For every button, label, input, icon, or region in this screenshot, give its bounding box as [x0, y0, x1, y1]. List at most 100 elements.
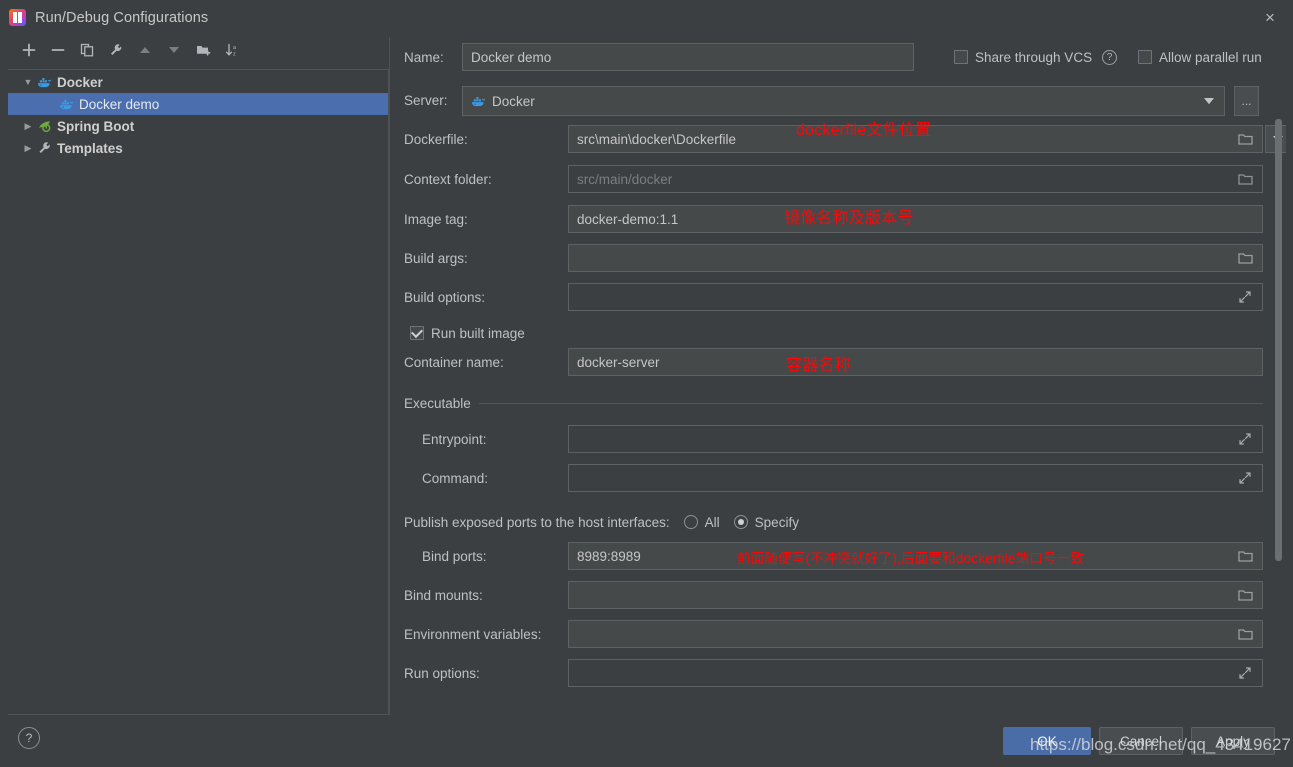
expand-icon[interactable] — [1234, 426, 1256, 452]
publish-all-radio[interactable] — [683, 515, 698, 529]
environment-variables-row: Environment variables: — [404, 620, 541, 648]
tree-item-docker[interactable]: ▼ Docker — [8, 71, 388, 93]
folder-browse-icon[interactable] — [1234, 245, 1256, 271]
apply-button[interactable]: Apply — [1191, 727, 1275, 755]
minus-icon[interactable] — [50, 42, 66, 58]
group-divider — [478, 402, 1263, 404]
arrow-down-icon[interactable] — [166, 42, 182, 58]
build-options-row: Build options: — [404, 283, 485, 311]
bind-ports-input-value: 8989:8989 — [577, 548, 641, 564]
run-built-image-label: Run built image — [431, 325, 525, 341]
server-dropdown-value: Docker — [492, 93, 535, 109]
docker-icon — [58, 96, 75, 112]
environment-variables-input[interactable] — [568, 620, 1263, 648]
entrypoint-row: Entrypoint: — [422, 425, 487, 453]
name-input-value: Docker demo — [471, 49, 552, 65]
image-tag-input[interactable]: docker-demo:1.1 — [568, 205, 1263, 233]
help-button[interactable]: ? — [18, 727, 40, 749]
run-built-image-row: Run built image — [410, 319, 525, 347]
intellij-idea-icon — [9, 9, 26, 26]
server-dropdown[interactable]: Docker — [462, 86, 1225, 116]
image-tag-input-value: docker-demo:1.1 — [577, 211, 679, 227]
publish-specify-option[interactable]: Specify — [733, 514, 799, 530]
server-browse-button[interactable]: ... — [1234, 86, 1259, 116]
command-input[interactable] — [568, 464, 1263, 492]
publish-all-option[interactable]: All — [683, 515, 720, 530]
configurations-tree[interactable]: ▼ Docker Docker demo ▶ Spring Boot ▶ Tem… — [8, 69, 389, 714]
docker-icon — [471, 94, 486, 108]
executable-group-label: Executable — [404, 395, 471, 411]
executable-group-separator: Executable — [404, 395, 1263, 411]
build-options-label: Build options: — [404, 289, 486, 305]
folder-browse-icon[interactable] — [1234, 582, 1256, 608]
expand-icon[interactable] — [1234, 284, 1256, 310]
command-row: Command: — [422, 464, 488, 492]
ok-button[interactable]: OK — [1003, 727, 1091, 755]
chevron-right-icon[interactable]: ▶ — [20, 118, 36, 134]
configurations-tree-panel: a z ▼ Docker Docker demo ▶ Spring Boot ▶… — [8, 37, 390, 715]
build-options-input[interactable] — [568, 283, 1263, 311]
title-bar: Run/Debug Configurations × — [0, 0, 1293, 35]
scrollbar-thumb[interactable] — [1275, 119, 1282, 561]
tree-item-spring-boot[interactable]: ▶ Spring Boot — [8, 115, 388, 137]
entrypoint-label: Entrypoint: — [422, 431, 487, 447]
publish-specify-label: Specify — [754, 514, 799, 530]
build-args-row: Build args: — [404, 244, 468, 272]
spring-boot-icon — [36, 118, 53, 134]
run-built-image-checkbox[interactable] — [410, 326, 424, 340]
cancel-button[interactable]: Cancel — [1099, 727, 1183, 755]
chevron-down-icon[interactable]: ▼ — [20, 74, 36, 90]
bind-ports-input[interactable]: 8989:8989 — [568, 542, 1263, 570]
name-label: Name: — [404, 49, 444, 65]
entrypoint-input[interactable] — [568, 425, 1263, 453]
image-tag-label: Image tag: — [404, 211, 468, 227]
context-folder-input[interactable]: src/main/docker — [568, 165, 1263, 193]
image-tag-row: Image tag: — [404, 205, 468, 233]
expand-icon[interactable] — [1234, 465, 1256, 491]
tree-leaf-spacer — [42, 96, 58, 112]
context-folder-input-value: src/main/docker — [577, 171, 673, 187]
tree-toolbar: a z — [8, 37, 389, 63]
folder-browse-icon[interactable] — [1234, 126, 1256, 152]
dockerfile-input[interactable]: src\main\docker\Dockerfile — [568, 125, 1263, 153]
folder-browse-icon[interactable] — [1234, 543, 1256, 569]
name-row: Name: — [404, 43, 444, 71]
tree-item-docker-demo[interactable]: Docker demo — [8, 93, 388, 115]
publish-ports-row: Publish exposed ports to the host interf… — [404, 508, 799, 536]
container-name-input[interactable]: docker-server — [568, 348, 1263, 376]
copy-icon[interactable] — [79, 42, 95, 58]
bind-mounts-input[interactable] — [568, 581, 1263, 609]
bind-ports-label: Bind ports: — [422, 548, 487, 564]
context-folder-label: Context folder: — [404, 171, 492, 187]
allow-parallel-run-checkbox[interactable] — [1138, 50, 1152, 64]
chevron-right-icon[interactable]: ▶ — [20, 140, 36, 156]
chevron-down-icon[interactable] — [1198, 88, 1220, 114]
container-name-input-value: docker-server — [577, 354, 660, 370]
share-through-vcs-help-icon[interactable]: ? — [1102, 49, 1118, 65]
sort-az-icon[interactable]: a z — [224, 42, 240, 58]
folder-browse-icon[interactable] — [1234, 621, 1256, 647]
share-through-vcs-label: Share through VCS — [975, 49, 1093, 65]
context-folder-row: Context folder: — [404, 165, 492, 193]
share-through-vcs-checkbox[interactable] — [954, 50, 968, 64]
build-args-input[interactable] — [568, 244, 1263, 272]
bind-mounts-row: Bind mounts: — [404, 581, 483, 609]
dockerfile-row: Dockerfile: — [404, 125, 468, 153]
close-icon[interactable]: × — [1247, 0, 1293, 35]
settings-scrollbar[interactable] — [1273, 37, 1284, 715]
folder-browse-icon[interactable] — [1234, 166, 1256, 192]
publish-specify-radio[interactable] — [733, 515, 748, 529]
server-row: Server: — [404, 86, 448, 114]
server-label: Server: — [404, 92, 448, 108]
plus-icon[interactable] — [21, 42, 37, 58]
tree-item-templates[interactable]: ▶ Templates — [8, 137, 388, 159]
container-name-label: Container name: — [404, 354, 504, 370]
expand-icon[interactable] — [1234, 660, 1256, 686]
run-options-input[interactable] — [568, 659, 1263, 687]
folder-add-icon[interactable] — [195, 42, 211, 58]
dockerfile-label: Dockerfile: — [404, 131, 468, 147]
name-input[interactable]: Docker demo — [462, 43, 914, 71]
wrench-icon[interactable] — [108, 42, 124, 58]
arrow-up-icon[interactable] — [137, 42, 153, 58]
bind-ports-row: Bind ports: — [422, 542, 487, 570]
